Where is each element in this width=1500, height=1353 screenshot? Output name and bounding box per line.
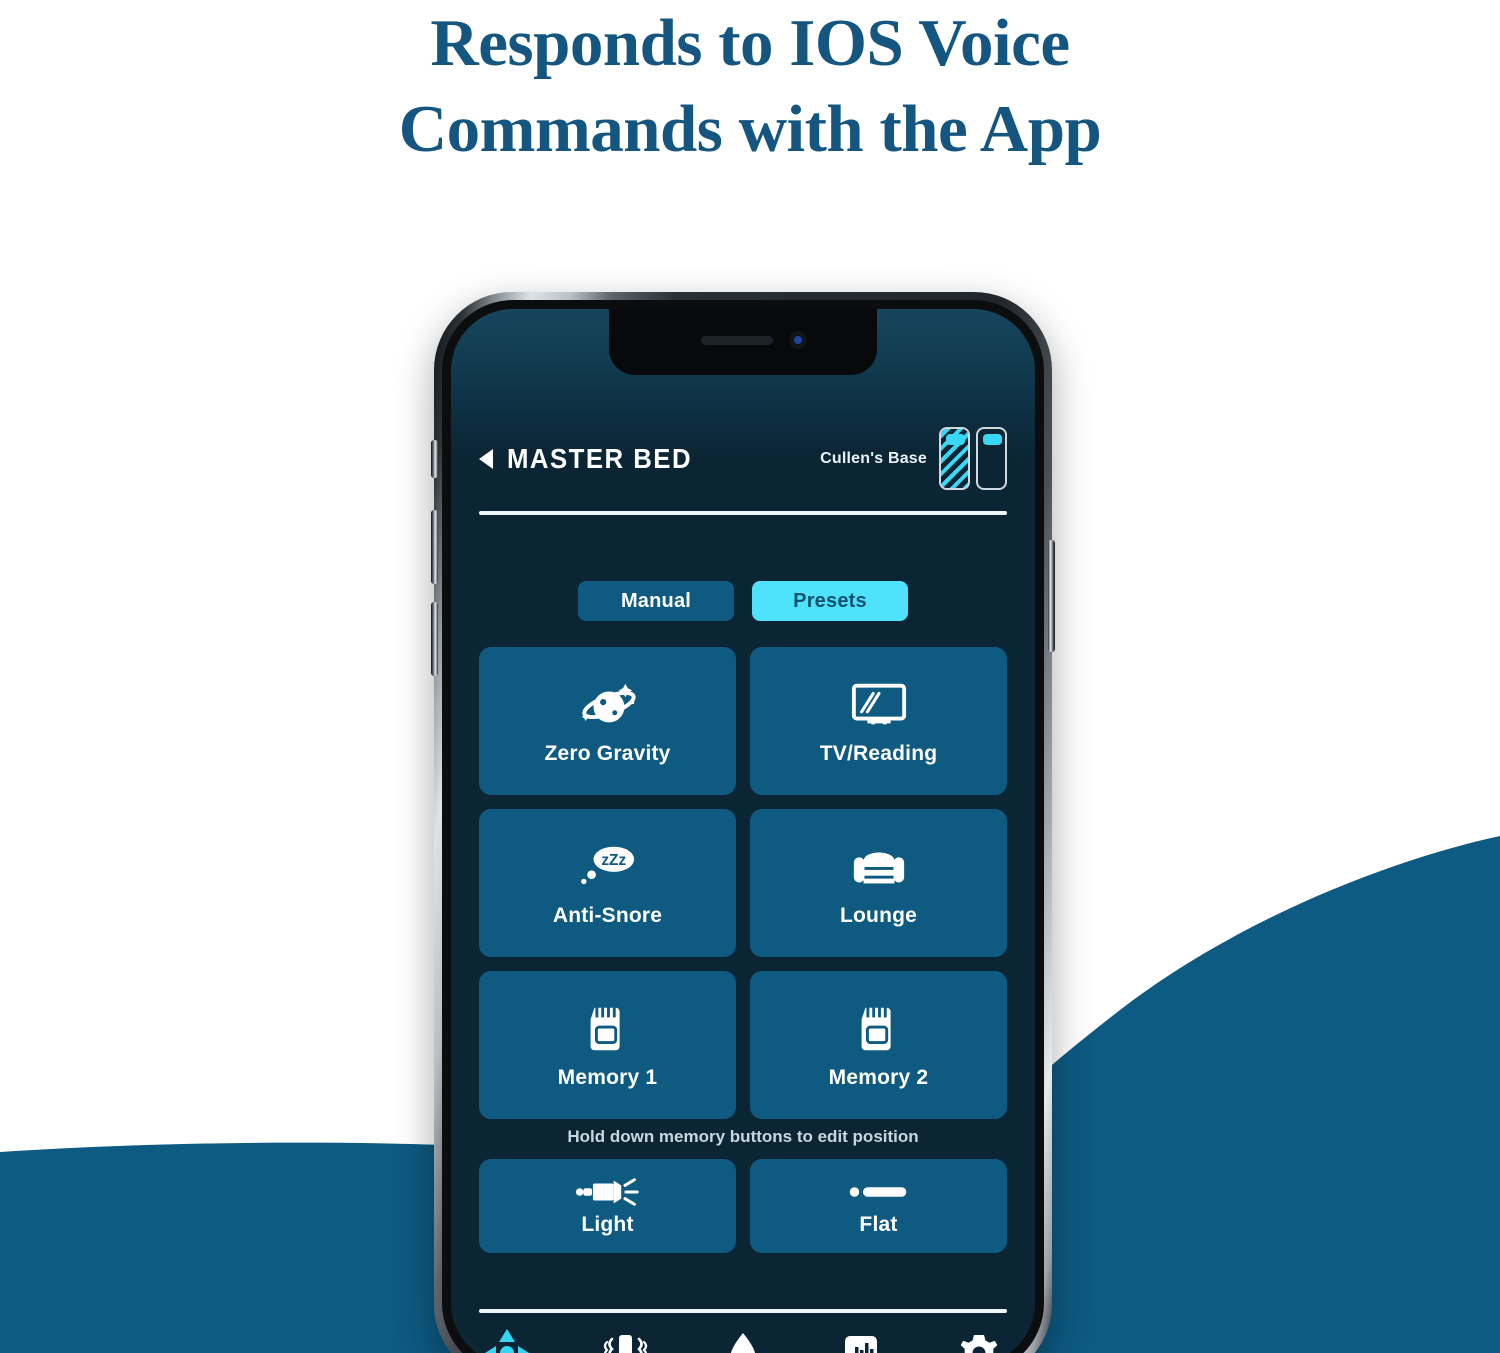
- preset-lounge[interactable]: Lounge: [750, 809, 1007, 957]
- flashlight-icon: [575, 1175, 641, 1209]
- tab-settings[interactable]: [943, 1321, 1015, 1353]
- memory-card-icon: [848, 1000, 910, 1058]
- room-title-group[interactable]: MASTER BED: [479, 443, 708, 475]
- planet-icon: [577, 676, 639, 734]
- preset-label: TV/Reading: [819, 742, 938, 765]
- under-bed-light-icon: [730, 1333, 756, 1353]
- preset-tv-reading[interactable]: TV/Reading: [750, 647, 1007, 795]
- base-selector[interactable]: Cullen's Base: [820, 427, 1007, 490]
- sleep-zzz-icon: zZz: [577, 838, 639, 896]
- memory-card-icon: [577, 1000, 639, 1058]
- presets-tab[interactable]: Presets: [752, 581, 908, 621]
- preset-zero-gravity[interactable]: Zero Gravity: [479, 647, 736, 795]
- base-label: Cullen's Base: [820, 449, 927, 467]
- bed-icon-group[interactable]: [939, 427, 1007, 490]
- app-header: MASTER BED Cullen's Base: [479, 427, 1007, 490]
- preset-grid: Zero Gravity TV/Reading zZz Anti-Snore L…: [479, 647, 1007, 1119]
- bed-icon-right[interactable]: [976, 427, 1007, 490]
- quick-action-grid: Light Flat: [479, 1159, 1007, 1253]
- app-screen: MASTER BED Cullen's Base Manual Presets …: [451, 309, 1035, 1353]
- bed-icon-left-selected[interactable]: [939, 427, 970, 490]
- gear-icon: [960, 1335, 998, 1353]
- preset-label: Lounge: [839, 904, 918, 927]
- preset-label: Memory 2: [828, 1066, 929, 1089]
- page-headline: Responds to IOS Voice Commands with the …: [0, 0, 1500, 172]
- flat-bed-icon: [846, 1175, 912, 1209]
- page-title: MASTER BED: [507, 442, 693, 474]
- tab-sleep[interactable]: [825, 1321, 897, 1353]
- bottom-tabbar: [471, 1321, 1015, 1353]
- quick-action-light[interactable]: Light: [479, 1159, 736, 1253]
- earpiece-speaker-icon: [701, 336, 773, 345]
- quick-action-flat[interactable]: Flat: [750, 1159, 1007, 1253]
- manual-tab[interactable]: Manual: [578, 581, 734, 621]
- phone-notch: [609, 309, 877, 375]
- poster-canvas: Responds to IOS Voice Commands with the …: [0, 0, 1500, 1353]
- header-divider: [479, 511, 1007, 515]
- wave-bottom-left: [0, 1142, 470, 1353]
- vibration-icon: [603, 1335, 648, 1353]
- sleep-stats-icon: [845, 1336, 877, 1353]
- svg-text:zZz: zZz: [601, 852, 626, 869]
- tab-massage[interactable]: [589, 1321, 661, 1353]
- preset-label: Anti-Snore: [552, 904, 663, 927]
- quick-action-label: Light: [581, 1213, 634, 1236]
- pillow-shape: [946, 434, 965, 445]
- preset-memory-1[interactable]: Memory 1: [479, 971, 736, 1119]
- pillow-shape: [983, 434, 1002, 445]
- quick-action-label: Flat: [859, 1213, 898, 1236]
- tab-position[interactable]: [471, 1321, 543, 1353]
- directional-pad-icon: [485, 1329, 529, 1353]
- front-camera-icon: [789, 331, 807, 349]
- volume-down-button[interactable]: [431, 602, 438, 676]
- mode-toggle: Manual Presets: [451, 581, 1035, 621]
- tab-light[interactable]: [707, 1321, 779, 1353]
- memory-hint-text: Hold down memory buttons to edit positio…: [567, 1127, 919, 1146]
- headline-line-1: Responds to IOS Voice: [430, 6, 1070, 80]
- tabbar-divider: [479, 1309, 1007, 1313]
- tv-monitor-icon: [848, 676, 910, 734]
- preset-label: Zero Gravity: [544, 742, 671, 765]
- mute-switch[interactable]: [431, 440, 438, 478]
- armchair-icon: [848, 838, 910, 896]
- preset-label: Memory 1: [557, 1066, 658, 1089]
- power-button[interactable]: [1048, 540, 1055, 652]
- headline-line-2: Commands with the App: [398, 92, 1102, 166]
- preset-anti-snore[interactable]: zZz Anti-Snore: [479, 809, 736, 957]
- volume-up-button[interactable]: [431, 510, 438, 584]
- phone-screen: MASTER BED Cullen's Base Manual Presets …: [451, 309, 1035, 1353]
- back-caret-icon[interactable]: [479, 448, 493, 469]
- phone-mockup: MASTER BED Cullen's Base Manual Presets …: [431, 292, 1055, 1353]
- preset-memory-2[interactable]: Memory 2: [750, 971, 1007, 1119]
- wave-right: [1030, 836, 1500, 1353]
